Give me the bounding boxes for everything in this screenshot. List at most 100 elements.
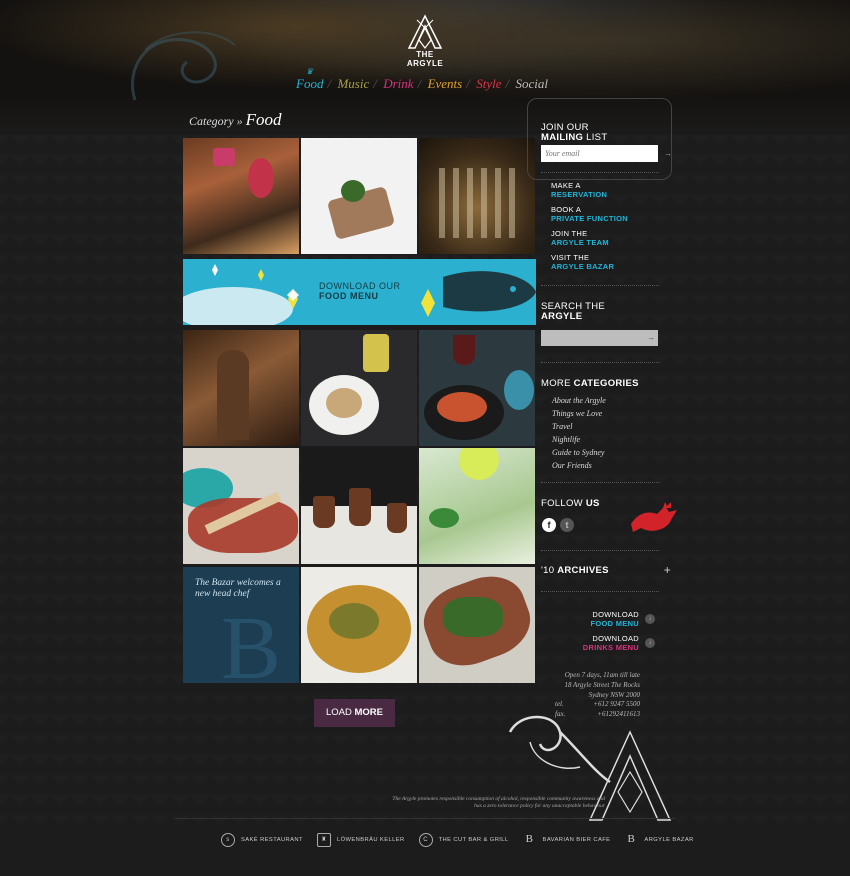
archives-bold: ARCHIVES	[557, 565, 609, 576]
red-dragon-emblem-icon	[631, 502, 677, 532]
download-drinks-menu-link[interactable]: DOWNLOAD DRINKS MENU	[583, 634, 639, 652]
private-function-link[interactable]: BOOK A PRIVATE FUNCTION	[551, 205, 628, 223]
mailing-rest: LIST	[583, 132, 608, 143]
category-link[interactable]: Our Friends	[552, 460, 606, 473]
dl-bottom: FOOD MENU	[590, 618, 639, 628]
divider	[541, 362, 659, 363]
divider	[541, 482, 659, 483]
photo-detail	[213, 148, 235, 166]
nav-music-label: Music	[337, 76, 370, 91]
expand-plus-icon[interactable]: +	[664, 564, 671, 576]
load-more-bold: MORE	[354, 707, 384, 718]
crown-icon: ♛	[306, 67, 314, 76]
sister-venues-footer: s SAKÉ RESTAURANT ♜ LÖWENBRÄU KELLER C THE …	[221, 833, 708, 847]
photo-detail	[349, 488, 371, 526]
lion-crest-icon: ♜	[316, 833, 331, 847]
photo-detail	[387, 503, 407, 533]
mailing-heading: JOIN OUR MAILING LIST	[541, 123, 607, 143]
follow-heading: FOLLOW US	[541, 499, 600, 509]
reservation-link[interactable]: MAKE A RESERVATION	[551, 181, 608, 199]
nav-music[interactable]: Music	[327, 76, 376, 92]
logo-text: THE ARGYLE	[406, 50, 444, 68]
follow-light: FOLLOW	[541, 498, 583, 509]
photo-detail	[429, 508, 459, 528]
photo-detail	[459, 448, 499, 480]
footer-label: BAVARIAN BIER CAFE	[542, 837, 611, 843]
argyle-logo[interactable]: THE ARGYLE	[398, 14, 452, 68]
email-submit-arrow-icon[interactable]: →	[664, 149, 672, 158]
nav-social-label: Social	[515, 76, 549, 91]
category-link[interactable]: Travel	[552, 421, 606, 434]
photo-detail	[363, 334, 389, 372]
bazar-b-icon: B	[627, 833, 636, 845]
archives-heading[interactable]: '10 ARCHIVES +	[541, 564, 671, 576]
footer-label: THE CUT BAR & GRILL	[438, 837, 509, 843]
nav-drink[interactable]: Drink	[373, 76, 420, 92]
search-arrow-icon[interactable]: →	[647, 333, 655, 342]
photo-detail	[217, 350, 249, 440]
food-photo[interactable]	[419, 448, 535, 564]
argyle-logo-icon	[407, 14, 443, 49]
divider	[541, 172, 659, 173]
download-food-menu-banner[interactable]: DOWNLOAD OUR FOOD MENU	[183, 259, 536, 325]
load-more-light: LOAD	[325, 707, 352, 718]
bazar-news-tile[interactable]: B The Bazar welcomes a new head chef	[183, 567, 299, 683]
sake-restaurant-link[interactable]: s SAKÉ RESTAURANT	[221, 833, 303, 847]
download-food-menu-link[interactable]: DOWNLOAD FOOD MENU	[590, 610, 639, 628]
facebook-icon[interactable]: f	[542, 518, 556, 532]
bavarian-bier-cafe-link[interactable]: B BAVARIAN BIER CAFE	[523, 833, 611, 847]
food-photo[interactable]	[419, 567, 535, 683]
food-photo[interactable]	[301, 138, 417, 254]
tel-label: tel.	[555, 700, 564, 709]
download-icon[interactable]: ↓	[645, 614, 655, 624]
search-input[interactable]	[541, 330, 658, 346]
divider	[541, 591, 659, 592]
food-photo[interactable]	[183, 138, 299, 254]
cut-c-icon: C	[418, 833, 433, 847]
photo-detail	[453, 335, 475, 365]
the-cut-link[interactable]: C THE CUT BAR & GRILL	[418, 833, 509, 847]
category-link[interactable]: About the Argyle	[552, 395, 606, 408]
categories-bold: CATEGORIES	[573, 378, 639, 389]
argyle-bazar-link[interactable]: VISIT THE ARGYLE BAZAR	[551, 253, 614, 271]
argyle-bazar-footer-link[interactable]: B ARGYLE BAZAR	[624, 833, 694, 847]
food-photo[interactable]	[301, 330, 417, 446]
food-photo[interactable]	[183, 330, 299, 446]
nav-events[interactable]: Events	[418, 76, 470, 92]
category-link[interactable]: Guide to Sydney	[552, 447, 606, 460]
food-photo[interactable]	[183, 448, 299, 564]
lowenbrau-keller-link[interactable]: ♜ LÖWENBRÄU KELLER	[316, 833, 405, 847]
follow-bold: US	[585, 498, 600, 509]
food-photo[interactable]	[301, 448, 417, 564]
photo-detail	[504, 370, 534, 410]
category-link[interactable]: Nightlife	[552, 434, 606, 447]
more-light: MORE	[541, 378, 571, 389]
twitter-icon[interactable]: t	[560, 518, 574, 532]
photo-detail	[443, 597, 503, 637]
nav-style-label: Style	[476, 76, 502, 91]
nav-food[interactable]: ♛ Food	[296, 67, 330, 92]
photo-detail	[341, 180, 365, 202]
food-photo[interactable]	[419, 138, 535, 254]
photo-detail	[329, 603, 379, 639]
nav-social[interactable]: Social	[506, 76, 556, 92]
argyle-team-link[interactable]: JOIN THE ARGYLE TEAM	[551, 229, 609, 247]
nav-style[interactable]: Style	[466, 76, 508, 92]
load-more-button[interactable]: LOAD MORE	[314, 699, 395, 727]
mailing-bold: MAILING	[541, 132, 584, 143]
banner-text: DOWNLOAD OUR FOOD MENU	[319, 281, 401, 301]
breadcrumb: Category » Food	[189, 110, 282, 130]
link-bottom: RESERVATION	[551, 189, 608, 199]
download-icon[interactable]: ↓	[645, 638, 655, 648]
divider	[541, 285, 659, 286]
footer-label: LÖWENBRÄU KELLER	[336, 837, 405, 843]
more-categories-heading: MORE CATEGORIES	[541, 379, 639, 389]
email-field[interactable]	[541, 145, 658, 162]
category-link[interactable]: Things we Love	[552, 408, 606, 421]
food-photo[interactable]	[419, 330, 535, 446]
nav-drink-label: Drink	[383, 76, 414, 91]
archives-light: '10	[541, 565, 555, 576]
banner-line1: DOWNLOAD OUR	[319, 281, 401, 291]
food-photo[interactable]	[301, 567, 417, 683]
divider	[541, 550, 659, 551]
